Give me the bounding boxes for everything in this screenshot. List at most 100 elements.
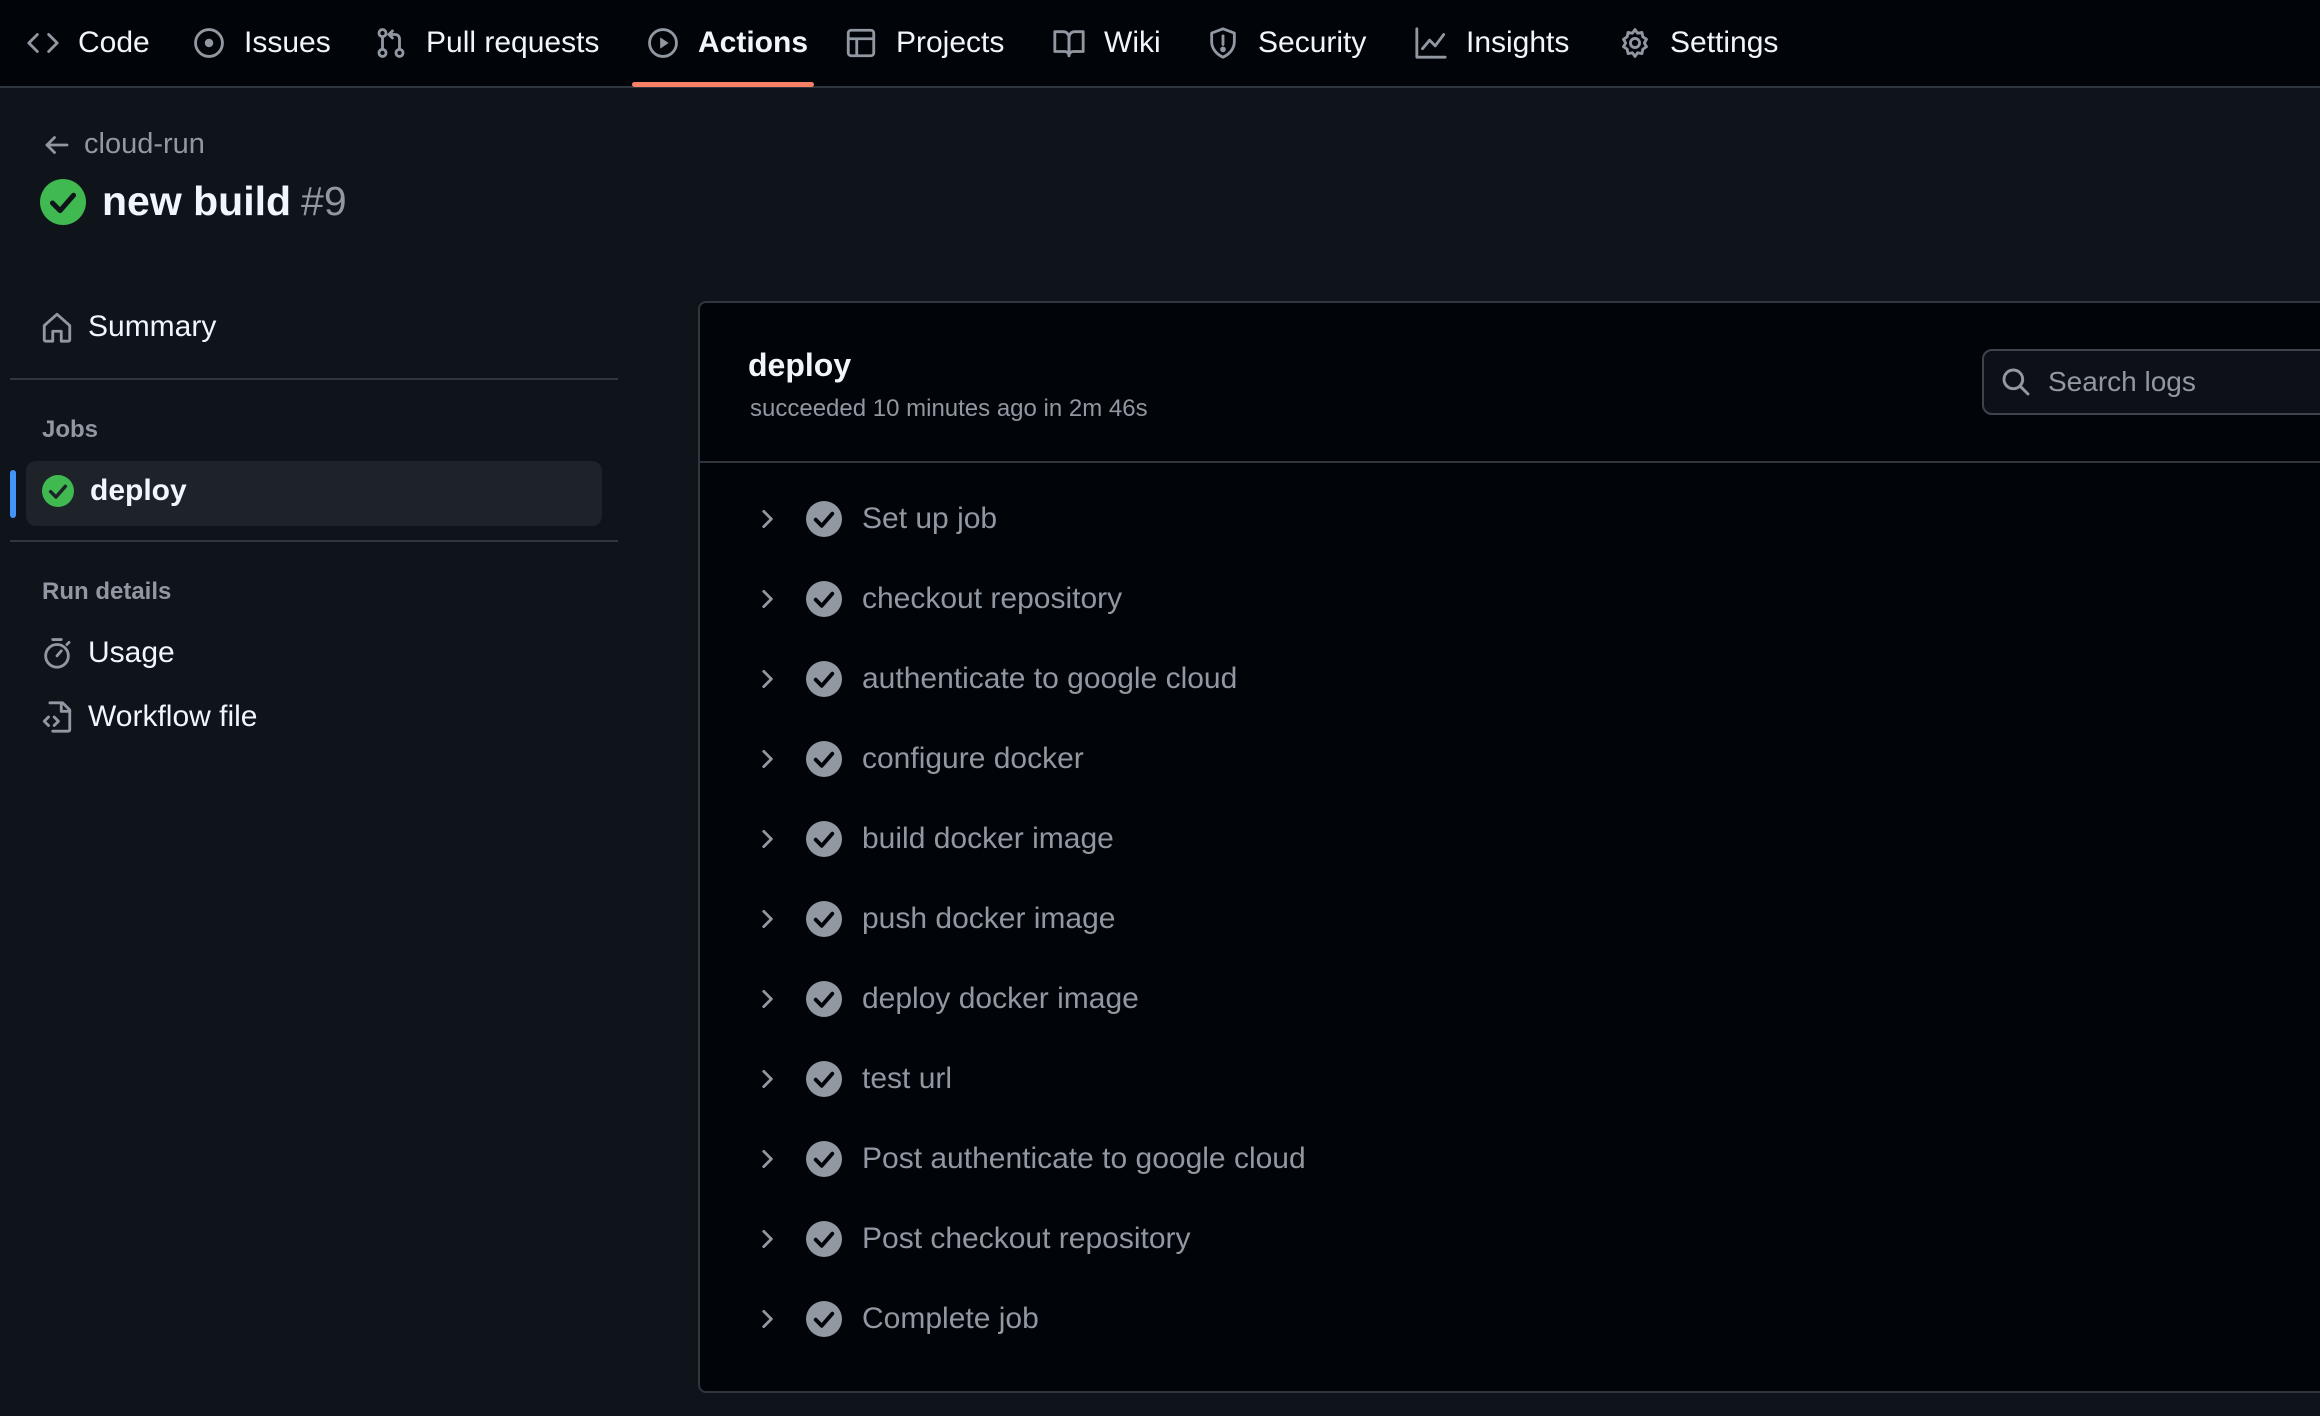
tab-label: Pull requests bbox=[426, 26, 600, 59]
success-check-icon bbox=[42, 475, 74, 507]
run-details-heading: Run details bbox=[42, 578, 172, 605]
check-circle-icon bbox=[806, 581, 842, 617]
back-link[interactable]: cloud-run bbox=[42, 128, 205, 161]
tab-label: Projects bbox=[896, 26, 1005, 59]
check-circle-icon bbox=[806, 1061, 842, 1097]
tab-label: Actions bbox=[698, 26, 809, 59]
success-check-icon bbox=[40, 178, 86, 225]
step-row[interactable]: push docker image bbox=[700, 887, 2320, 951]
tab-label: Wiki bbox=[1104, 26, 1161, 59]
stopwatch-icon bbox=[44, 638, 71, 669]
chevron-right-icon bbox=[762, 910, 773, 928]
step-row[interactable]: deploy docker image bbox=[700, 967, 2320, 1031]
tab-actions[interactable]: Actions bbox=[646, 0, 808, 86]
search-logs-input[interactable] bbox=[2046, 365, 2320, 399]
sidebar-divider bbox=[10, 378, 618, 380]
step-row[interactable]: build docker image bbox=[700, 807, 2320, 871]
job-log-panel: deploy succeeded 10 minutes ago in 2m 46… bbox=[698, 301, 2320, 1393]
step-label: build docker image bbox=[862, 822, 1114, 855]
run-title-text: new build bbox=[102, 178, 292, 224]
search-logs-box[interactable] bbox=[1982, 349, 2320, 415]
check-circle-icon bbox=[806, 1301, 842, 1337]
play-icon bbox=[648, 28, 678, 58]
check-circle-icon bbox=[806, 981, 842, 1017]
step-label: push docker image bbox=[862, 902, 1116, 935]
check-circle-icon bbox=[806, 821, 842, 857]
sidebar-item-usage[interactable]: Usage bbox=[40, 636, 175, 670]
tab-label: Security bbox=[1258, 26, 1367, 59]
step-row[interactable]: checkout repository bbox=[700, 567, 2320, 631]
tab-label: Code bbox=[78, 26, 150, 59]
chevron-right-icon bbox=[762, 510, 773, 528]
graph-icon bbox=[1415, 27, 1447, 59]
sidebar-item-label: Usage bbox=[88, 636, 175, 669]
step-row[interactable]: test url bbox=[700, 1047, 2320, 1111]
step-row[interactable]: Complete job bbox=[700, 1287, 2320, 1351]
sidebar-item-deploy[interactable]: deploy bbox=[42, 474, 187, 508]
run-number: #9 bbox=[301, 178, 347, 224]
chevron-right-icon bbox=[762, 1070, 773, 1088]
sidebar-item-workflow-file[interactable]: Workflow file bbox=[40, 700, 257, 734]
step-label: checkout repository bbox=[862, 582, 1123, 615]
step-label: Post checkout repository bbox=[862, 1222, 1191, 1255]
tab-label: Issues bbox=[244, 26, 331, 59]
step-label: test url bbox=[862, 1062, 953, 1095]
check-circle-icon bbox=[806, 661, 842, 697]
jobs-heading: Jobs bbox=[42, 416, 99, 443]
step-label: deploy docker image bbox=[862, 982, 1139, 1015]
step-row[interactable]: Set up job bbox=[700, 487, 2320, 551]
check-circle-icon bbox=[806, 1221, 842, 1257]
check-circle-icon bbox=[806, 901, 842, 937]
chevron-right-icon bbox=[762, 750, 773, 768]
code-icon bbox=[27, 33, 59, 53]
home-icon bbox=[42, 312, 72, 343]
sidebar-item-label: Workflow file bbox=[88, 700, 258, 733]
active-tab-underline bbox=[632, 82, 814, 87]
sidebar-divider bbox=[10, 540, 618, 542]
issue-circle-icon bbox=[194, 28, 224, 58]
repo-nav: Code Issues Pull requests Actions Projec… bbox=[0, 0, 2320, 88]
tab-settings[interactable]: Settings bbox=[1618, 0, 1778, 86]
shield-icon bbox=[1210, 27, 1236, 59]
gear-icon bbox=[1622, 28, 1648, 58]
tab-issues[interactable]: Issues bbox=[192, 0, 331, 86]
tab-code[interactable]: Code bbox=[26, 0, 150, 86]
chevron-right-icon bbox=[762, 1230, 773, 1248]
step-label: Post authenticate to google cloud bbox=[862, 1142, 1306, 1175]
step-row[interactable]: Post checkout repository bbox=[700, 1207, 2320, 1271]
pull-request-icon bbox=[377, 28, 405, 58]
tab-label: Settings bbox=[1670, 26, 1779, 59]
search-icon bbox=[2002, 368, 2030, 396]
job-status-text: succeeded 10 minutes ago in 2m 46s bbox=[750, 395, 1148, 422]
tab-pull-requests[interactable]: Pull requests bbox=[374, 0, 599, 86]
table-icon bbox=[846, 28, 876, 58]
job-header: deploy succeeded 10 minutes ago in 2m 46… bbox=[700, 303, 2320, 463]
sidebar-item-summary[interactable]: Summary bbox=[40, 310, 216, 344]
step-label: Complete job bbox=[862, 1302, 1039, 1335]
sidebar-item-label: Summary bbox=[88, 310, 217, 343]
chevron-right-icon bbox=[762, 1150, 773, 1168]
check-circle-icon bbox=[806, 741, 842, 777]
chevron-right-icon bbox=[762, 590, 773, 608]
sidebar-item-label: deploy bbox=[90, 474, 187, 507]
page-title: new build #9 bbox=[40, 178, 347, 225]
chevron-right-icon bbox=[762, 990, 773, 1008]
step-row[interactable]: Post authenticate to google cloud bbox=[700, 1127, 2320, 1191]
tab-projects[interactable]: Projects bbox=[844, 0, 1004, 86]
file-code-icon bbox=[42, 701, 72, 733]
tab-wiki[interactable]: Wiki bbox=[1052, 0, 1161, 86]
chevron-right-icon bbox=[762, 670, 773, 688]
step-row[interactable]: authenticate to google cloud bbox=[700, 647, 2320, 711]
chevron-right-icon bbox=[762, 1310, 773, 1328]
check-circle-icon bbox=[806, 501, 842, 537]
tab-insights[interactable]: Insights bbox=[1414, 0, 1569, 86]
arrow-left-icon bbox=[45, 135, 69, 154]
step-label: configure docker bbox=[862, 742, 1084, 775]
check-circle-icon bbox=[806, 1141, 842, 1177]
tab-label: Insights bbox=[1466, 26, 1570, 59]
workflow-name: cloud-run bbox=[84, 128, 205, 160]
chevron-right-icon bbox=[762, 830, 773, 848]
tab-security[interactable]: Security bbox=[1206, 0, 1366, 86]
step-label: authenticate to google cloud bbox=[862, 662, 1238, 695]
step-row[interactable]: configure docker bbox=[700, 727, 2320, 791]
